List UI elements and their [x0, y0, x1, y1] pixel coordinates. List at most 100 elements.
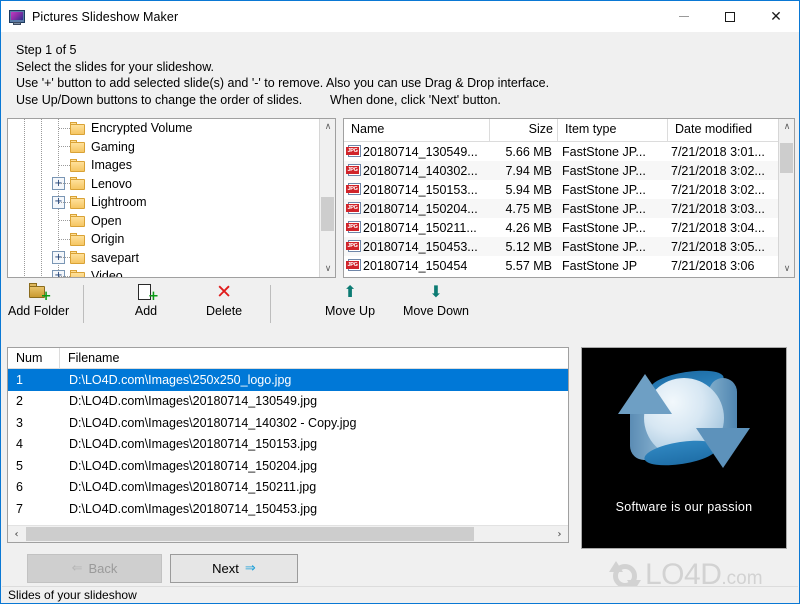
file-name: 20180714_130549...: [363, 144, 478, 159]
scrollbar-thumb[interactable]: [780, 143, 793, 173]
move-up-label: Move Up: [325, 304, 376, 318]
tree-item-lightroom[interactable]: + Lightroom: [8, 193, 320, 212]
logo-arrow-down-head: [696, 428, 750, 468]
column-header-item-type[interactable]: Item type: [558, 119, 668, 141]
slide-row[interactable]: 4 D:\LO4D.com\Images\20180714_150153.jpg: [8, 434, 568, 456]
tree-connector: [59, 164, 70, 166]
file-row[interactable]: JPG 20180714_150211... 4.26 MB FastStone…: [344, 218, 778, 237]
slide-row[interactable]: 6 D:\LO4D.com\Images\20180714_150211.jpg: [8, 477, 568, 499]
add-folder-button[interactable]: + Add Folder: [8, 281, 69, 329]
file-row[interactable]: JPG 20180714_140302... 7.94 MB FastStone…: [344, 161, 778, 180]
slide-row[interactable]: 1 D:\LO4D.com\Images\250x250_logo.jpg: [8, 369, 568, 391]
folder-tree[interactable]: Encrypted Volume Gaming Images + Lenovo …: [7, 118, 336, 278]
slide-row[interactable]: 2 D:\LO4D.com\Images\20180714_130549.jpg: [8, 391, 568, 413]
instruction-line-2: Select the slides for your slideshow.: [16, 59, 215, 74]
file-date: 7/21/2018 3:04...: [671, 220, 765, 235]
file-row[interactable]: JPG 20180714_150453... 5.12 MB FastStone…: [344, 237, 778, 256]
toolbar-separator: [83, 285, 84, 323]
tree-item-origin[interactable]: Origin: [8, 230, 320, 249]
next-label: Next: [212, 561, 239, 576]
add-folder-icon: +: [26, 281, 52, 303]
delete-label: Delete: [206, 304, 243, 318]
slide-row[interactable]: 3 D:\LO4D.com\Images\20180714_140302 - C…: [8, 412, 568, 434]
toolbar: + Add Folder + Add ✕ Delete ⬆ Move Up ⬇ …: [2, 279, 798, 341]
scroll-down-icon[interactable]: ∨: [779, 261, 794, 277]
slide-row[interactable]: 7 D:\LO4D.com\Images\20180714_150453.jpg: [8, 498, 568, 520]
toolbar-separator: [270, 285, 271, 323]
slide-list[interactable]: Num Filename 1 D:\LO4D.com\Images\250x25…: [7, 347, 569, 543]
scroll-up-icon[interactable]: ∧: [320, 119, 335, 135]
scroll-left-icon[interactable]: ‹: [8, 526, 25, 542]
file-size: 5.94 MB: [505, 182, 552, 197]
scroll-down-icon[interactable]: ∨: [320, 261, 335, 277]
folder-icon: [70, 121, 86, 135]
tree-item-video[interactable]: + Video: [8, 267, 320, 277]
file-list[interactable]: Name Size Item type Date modified JPG 20…: [343, 118, 795, 278]
tree-item-open[interactable]: Open: [8, 212, 320, 231]
column-header-date-modified[interactable]: Date modified: [668, 119, 778, 141]
column-header-size[interactable]: Size: [490, 119, 558, 141]
tree-item-encrypted-volume[interactable]: Encrypted Volume: [8, 119, 320, 138]
file-row[interactable]: JPG 20180714_150153... 5.94 MB FastStone…: [344, 180, 778, 199]
file-size: 7.94 MB: [505, 163, 552, 178]
instruction-line-4: Use Up/Down buttons to change the order …: [16, 92, 501, 107]
slide-filename: D:\LO4D.com\Images\20180714_150211.jpg: [69, 480, 317, 495]
jpg-file-icon: JPG: [346, 183, 361, 196]
add-folder-label: Add Folder: [8, 304, 70, 318]
close-icon: ✕: [770, 8, 782, 25]
next-button[interactable]: Next ⇒: [170, 554, 298, 583]
slide-list-horizontal-scrollbar[interactable]: ‹ ›: [8, 525, 568, 542]
tree-connector: [59, 257, 70, 259]
file-type: FastStone JP...: [562, 201, 646, 216]
scroll-right-icon[interactable]: ›: [551, 526, 568, 542]
delete-x-icon: ✕: [216, 281, 233, 303]
close-button[interactable]: ✕: [753, 1, 799, 32]
tree-item-label: Lightroom: [91, 195, 147, 210]
file-row[interactable]: JPG 20180714_150454 5.57 MB FastStone JP…: [344, 256, 778, 275]
scroll-up-icon[interactable]: ∧: [779, 119, 794, 135]
file-row[interactable]: JPG 20180714_130549... 5.66 MB FastStone…: [344, 142, 778, 161]
column-header-num[interactable]: Num: [8, 348, 60, 368]
file-row[interactable]: JPG 20180714_150204... 4.75 MB FastStone…: [344, 199, 778, 218]
file-list-scrollbar[interactable]: ∧ ∨: [778, 119, 794, 277]
slide-row[interactable]: 5 D:\LO4D.com\Images\20180714_150204.jpg: [8, 455, 568, 477]
tree-item-gaming[interactable]: Gaming: [8, 138, 320, 157]
tree-item-lenovo[interactable]: + Lenovo: [8, 175, 320, 194]
column-header-filename[interactable]: Filename: [60, 348, 568, 368]
delete-button[interactable]: ✕ Delete: [206, 281, 242, 329]
add-button[interactable]: + Add: [133, 281, 159, 329]
jpg-file-icon: JPG: [346, 145, 361, 158]
scrollbar-thumb[interactable]: [321, 197, 334, 231]
back-button[interactable]: ⇐ Back: [27, 554, 162, 583]
file-list-header: Name Size Item type Date modified: [344, 119, 778, 142]
folder-icon: [70, 177, 86, 191]
window-title: Pictures Slideshow Maker: [32, 9, 179, 24]
folder-tree-scrollbar[interactable]: ∧ ∨: [319, 119, 335, 277]
slide-filename: D:\LO4D.com\Images\20180714_150453.jpg: [69, 501, 318, 516]
file-type: FastStone JP...: [562, 239, 646, 254]
tree-item-savepart[interactable]: + savepart: [8, 249, 320, 268]
slide-filename: D:\LO4D.com\Images\20180714_140302 - Cop…: [69, 415, 357, 430]
folder-icon: [70, 195, 86, 209]
file-date: 7/21/2018 3:02...: [671, 182, 765, 197]
slide-num: 6: [16, 480, 23, 495]
file-name: 20180714_150153...: [363, 182, 478, 197]
move-up-button[interactable]: ⬆ Move Up: [325, 281, 375, 329]
file-name: 20180714_140302...: [363, 163, 478, 178]
slide-num: 3: [16, 415, 23, 430]
file-date: 7/21/2018 3:06: [671, 258, 755, 273]
tree-item-images[interactable]: Images: [8, 156, 320, 175]
scrollbar-thumb[interactable]: [26, 527, 474, 541]
move-down-button[interactable]: ⬇ Move Down: [403, 281, 469, 329]
title-bar: Pictures Slideshow Maker ✕: [1, 1, 799, 32]
column-header-name[interactable]: Name: [344, 119, 490, 141]
maximize-button[interactable]: [707, 1, 753, 32]
file-type: FastStone JP...: [562, 163, 646, 178]
monitor-picture-icon: [9, 9, 25, 25]
file-size: 5.57 MB: [505, 258, 552, 273]
status-bar: Slides of your slideshow: [2, 586, 798, 603]
slide-filename: D:\LO4D.com\Images\20180714_150204.jpg: [69, 458, 318, 473]
minimize-button[interactable]: [661, 1, 707, 32]
file-browser: Encrypted Volume Gaming Images + Lenovo …: [7, 118, 795, 278]
slide-num: 4: [16, 437, 23, 452]
